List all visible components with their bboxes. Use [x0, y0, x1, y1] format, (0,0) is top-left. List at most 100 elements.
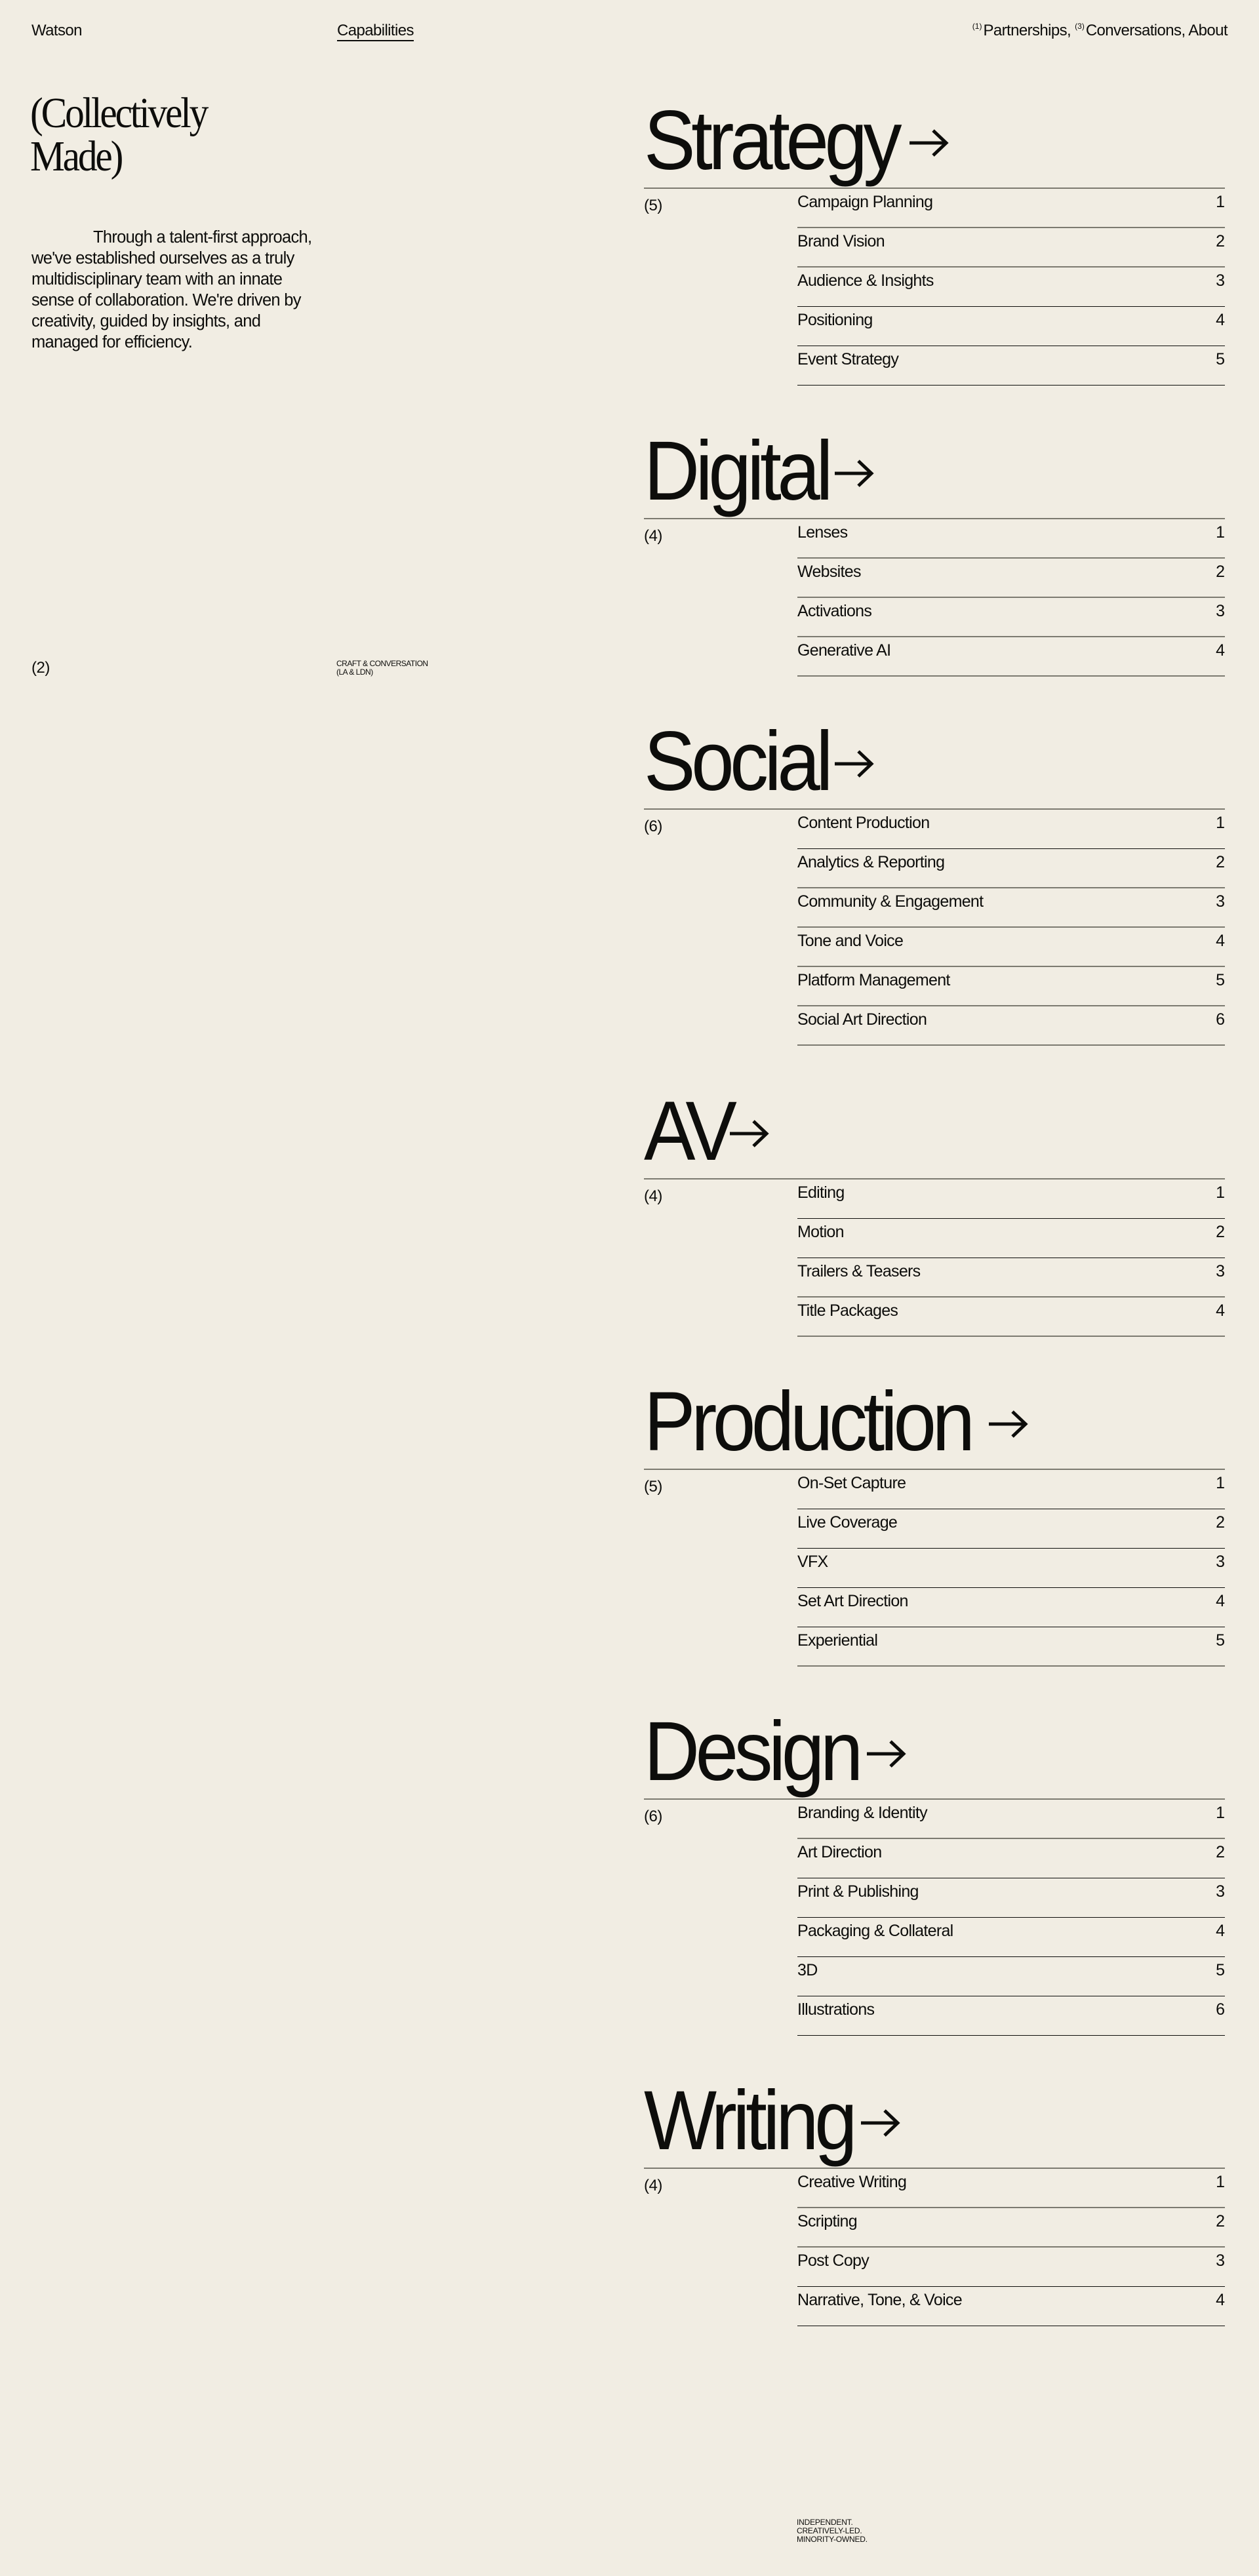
service-number: 2 — [1216, 231, 1225, 250]
service-label: Community & Engagement — [797, 892, 984, 911]
service-item[interactable]: 3D 5 — [797, 1957, 1225, 1996]
service-item[interactable]: Community & Engagement 3 — [797, 888, 1225, 928]
service-label: Trailers & Teasers — [797, 1261, 921, 1280]
section-body: (4) Editing 1 Motion 2 Trailers & Teasers 3 Tit… — [644, 1178, 1225, 1337]
service-number: 1 — [1216, 523, 1225, 542]
service-item[interactable]: Lenses 1 — [797, 519, 1225, 559]
arrow-right-icon — [729, 1117, 769, 1150]
service-number: 4 — [1216, 1922, 1225, 1940]
section-body: (5) Campaign Planning 1 Brand Vision 2 Audien… — [644, 188, 1225, 386]
service-item[interactable]: Audience & Insights 3 — [797, 268, 1225, 307]
service-item[interactable]: Activations 3 — [797, 598, 1225, 637]
service-number: 1 — [1216, 1803, 1225, 1822]
service-number: 1 — [1216, 1474, 1225, 1492]
service-label: Post Copy — [797, 2251, 869, 2270]
service-item[interactable]: Campaign Planning 1 — [797, 189, 1225, 228]
section-title-link[interactable]: Social — [644, 719, 1225, 804]
service-item[interactable]: Experiential 5 — [797, 1627, 1225, 1667]
service-number: 3 — [1216, 892, 1225, 911]
service-item[interactable]: Motion 2 — [797, 1219, 1225, 1258]
service-item[interactable]: On-Set Capture 1 — [797, 1470, 1225, 1509]
service-item[interactable]: Narrative, Tone, & Voice 4 — [797, 2287, 1225, 2326]
service-item[interactable]: Packaging & Collateral 4 — [797, 1918, 1225, 1957]
brand-logo-link[interactable]: Watson — [31, 22, 82, 40]
service-number: 1 — [1216, 814, 1225, 832]
section-item-count: (6) — [644, 1808, 662, 1825]
service-label: Campaign Planning — [797, 192, 933, 211]
service-label: Audience & Insights — [797, 271, 934, 290]
section-title-link[interactable]: Digital — [644, 429, 1225, 514]
service-label: Title Packages — [797, 1301, 898, 1320]
service-label: Tone and Voice — [797, 931, 904, 950]
service-number: 5 — [1216, 1631, 1225, 1650]
section-body: (4) Creative Writing 1 Scripting 2 Post Copy 3… — [644, 2168, 1225, 2326]
section-title-link[interactable]: Production — [644, 1379, 1225, 1465]
nav-capabilities-link[interactable]: Capabilities — [337, 22, 414, 41]
primary-nav: (1)Partnerships, (3)Conversations, About — [972, 22, 1228, 40]
service-item[interactable]: Set Art Direction 4 — [797, 1588, 1225, 1627]
arrow-right-icon — [988, 1408, 1028, 1440]
section-title-link[interactable]: Writing — [644, 2078, 1225, 2164]
service-number: 5 — [1216, 1961, 1225, 1979]
service-number: 1 — [1216, 192, 1225, 211]
service-item[interactable]: Scripting 2 — [797, 2208, 1225, 2248]
nav-about-link[interactable]: About — [1188, 22, 1228, 39]
service-label: Positioning — [797, 311, 873, 329]
service-number: 1 — [1216, 1183, 1225, 1202]
service-item[interactable]: Title Packages 4 — [797, 1298, 1225, 1337]
service-item[interactable]: Positioning 4 — [797, 307, 1225, 346]
service-label: Websites — [797, 562, 861, 581]
nav-conversations-link[interactable]: (3)Conversations, — [1075, 22, 1186, 39]
section-title: AV — [644, 1084, 737, 1178]
service-item[interactable]: Generative AI 4 — [797, 637, 1225, 677]
service-item[interactable]: Editing 1 — [797, 1179, 1225, 1219]
service-item[interactable]: Tone and Voice 4 — [797, 928, 1225, 967]
service-item[interactable]: Social Art Direction 6 — [797, 1006, 1225, 1046]
service-item[interactable]: Post Copy 3 — [797, 2248, 1225, 2287]
service-item[interactable]: Brand Vision 2 — [797, 228, 1225, 268]
service-item[interactable]: VFX 3 — [797, 1549, 1225, 1588]
service-list: Content Production 1 Analytics & Reporting… — [797, 810, 1225, 1046]
service-list: On-Set Capture 1 Live Coverage 2 VFX 3 Set Art… — [797, 1470, 1225, 1667]
service-label: Motion — [797, 1223, 845, 1241]
section-title: Social — [644, 715, 833, 808]
service-number: 4 — [1216, 1301, 1225, 1320]
service-item[interactable]: Event Strategy 5 — [797, 346, 1225, 386]
service-item[interactable]: Branding & Identity 1 — [797, 1800, 1225, 1839]
section-av: AV (4) Editing 1 Motion 2 Trailers & Teasers 3 T… — [644, 1089, 1225, 1337]
service-number: 2 — [1216, 562, 1225, 581]
studio-tagline: CRAFT & CONVERSATION (LA & LDN) — [336, 660, 428, 677]
service-label: Activations — [797, 601, 872, 620]
nav-partnerships-label: Partnerships, — [983, 22, 1071, 39]
service-label: Social Art Direction — [797, 1010, 927, 1029]
service-item[interactable]: Trailers & Teasers 3 — [797, 1258, 1225, 1298]
nav-partnerships-link[interactable]: (1)Partnerships, — [972, 22, 1071, 39]
section-item-count: (6) — [644, 818, 662, 835]
service-item[interactable]: Websites 2 — [797, 559, 1225, 598]
service-number: 5 — [1216, 350, 1225, 368]
service-item[interactable]: Illustrations 6 — [797, 1996, 1225, 2036]
service-number: 4 — [1216, 1592, 1225, 1610]
section-writing: Writing (4) Creative Writing 1 Scripting 2 Pos… — [644, 2078, 1225, 2326]
service-number: 2 — [1216, 1843, 1225, 1861]
service-item[interactable]: Analytics & Reporting 2 — [797, 849, 1225, 888]
section-title-link[interactable]: Design — [644, 1709, 1225, 1794]
service-item[interactable]: Content Production 1 — [797, 810, 1225, 849]
section-digital: Digital (4) Lenses 1 Websites 2 Activations 3 Ge… — [644, 429, 1225, 677]
service-item[interactable]: Creative Writing 1 — [797, 2169, 1225, 2208]
section-title-link[interactable]: Strategy — [644, 98, 1225, 184]
service-item[interactable]: Art Direction 2 — [797, 1839, 1225, 1878]
service-label: Illustrations — [797, 2000, 875, 2019]
section-item-count: (5) — [644, 197, 662, 214]
service-item[interactable]: Platform Management 5 — [797, 967, 1225, 1006]
service-label: Scripting — [797, 2211, 858, 2230]
service-list: Branding & Identity 1 Art Direction 2 Print … — [797, 1800, 1225, 2036]
service-item[interactable]: Live Coverage 2 — [797, 1509, 1225, 1549]
service-number: 3 — [1216, 1882, 1225, 1901]
service-number: 2 — [1216, 2211, 1225, 2230]
section-item-count: (5) — [644, 1478, 662, 1496]
section-item-count: (4) — [644, 2177, 662, 2194]
service-item[interactable]: Print & Publishing 3 — [797, 1878, 1225, 1918]
section-title-link[interactable]: AV — [644, 1089, 1225, 1174]
service-label: Set Art Direction — [797, 1592, 908, 1610]
